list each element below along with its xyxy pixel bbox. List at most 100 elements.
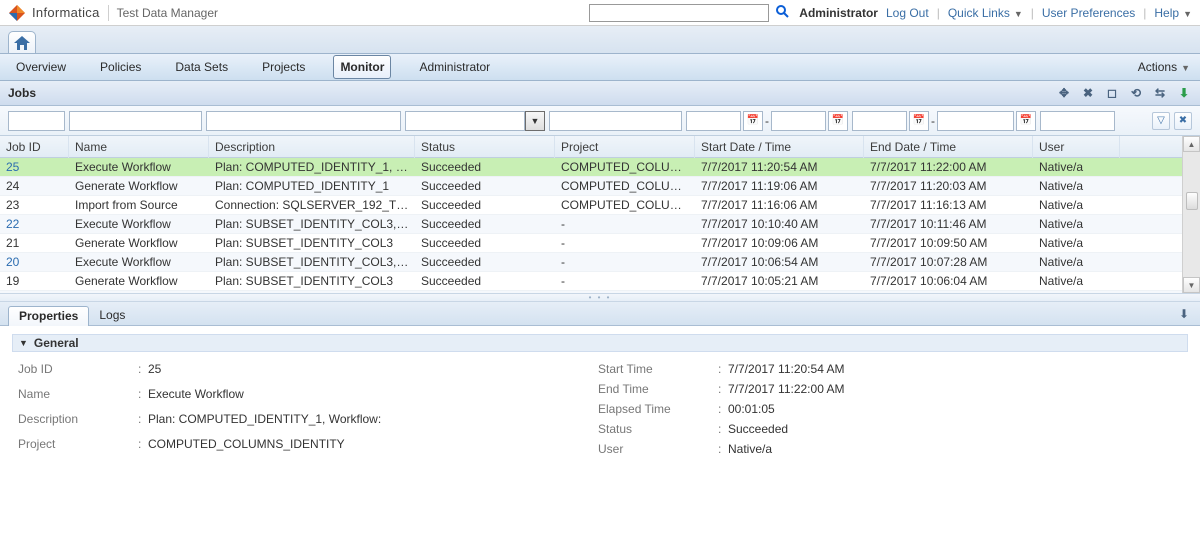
clear-filter-button[interactable]: ✖ [1174,112,1192,130]
app-title: Test Data Manager [117,6,218,20]
cell-start: 7/7/2017 10:10:40 AM [695,215,864,233]
filter-user-input[interactable] [1040,111,1115,131]
filter-status-input[interactable] [405,111,525,131]
col-end[interactable]: End Date / Time [864,136,1033,158]
filter-name-input[interactable] [69,111,202,131]
clear-icon: ✖ [1179,115,1187,126]
cell-project: - [555,291,695,293]
pin-icon[interactable]: ✥ [1056,85,1072,101]
actions-dropdown[interactable]: Actions▼ [1138,60,1190,74]
jobs-grid: Job ID Name Description Status Project S… [0,136,1200,293]
scroll-down-button[interactable]: ▼ [1183,277,1200,293]
logo: Informatica [8,4,100,22]
filter-jobid-input[interactable] [8,111,65,131]
cell-start: 7/7/2017 11:16:06 AM [695,196,864,214]
jobid-link[interactable]: 25 [6,160,19,174]
logo-icon [8,4,26,22]
tab-logs[interactable]: Logs [89,306,135,326]
home-icon [14,36,30,50]
nav-projects[interactable]: Projects [256,56,311,78]
link-icon[interactable]: ⇆ [1152,85,1168,101]
nav-overview[interactable]: Overview [10,56,72,78]
table-row[interactable]: 20Execute WorkflowPlan: SUBSET_IDENTITY_… [0,253,1182,272]
calendar-icon[interactable]: 📅 [1016,111,1036,131]
cell-project: - [555,215,695,233]
cell-jobid: 21 [0,234,69,252]
table-row[interactable]: 22Execute WorkflowPlan: SUBSET_IDENTITY_… [0,215,1182,234]
filter-end-from-input[interactable] [852,111,907,131]
jobid-link[interactable]: 20 [6,255,19,269]
table-row[interactable]: 24Generate WorkflowPlan: COMPUTED_IDENTI… [0,177,1182,196]
scroll-thumb[interactable] [1186,192,1198,210]
filter-status-dropdown-button[interactable]: ▼ [525,111,545,131]
cell-project: - [555,234,695,252]
jobid-link[interactable]: 22 [6,217,19,231]
prop-colon: : [138,387,148,406]
logout-link[interactable]: Log Out [886,6,929,20]
cell-status: Succeeded [415,234,555,252]
prop-value: 7/7/2017 11:22:00 AM [728,382,1158,396]
table-row[interactable]: 23Import from SourceConnection: SQLSERVE… [0,196,1182,215]
col-user[interactable]: User [1033,136,1120,158]
nav-policies[interactable]: Policies [94,56,147,78]
filter-project-input[interactable] [549,111,682,131]
section-title: Jobs [8,86,1056,100]
cell-desc: Connection: SQLSERVER_192_TD… [209,196,415,214]
nav-admin[interactable]: Administrator [413,56,496,78]
export-detail-icon[interactable]: ⬇ [1176,306,1192,322]
export-icon[interactable]: ⬇ [1176,85,1192,101]
calendar-icon[interactable]: 📅 [828,111,848,131]
col-name[interactable]: Name [69,136,209,158]
scroll-up-button[interactable]: ▲ [1183,136,1200,152]
cell-name: Execute Workflow [69,215,209,233]
prop-label: Description [18,412,138,431]
cell-end: 7/7/2017 10:04:03 AM [864,291,1033,293]
grid-filter-row: ▼ 📅 - 📅 📅 - 📅 ▽ ✖ [0,106,1200,136]
global-search-input[interactable] [589,4,769,22]
chevron-down-icon: ▼ [1181,63,1190,73]
cell-project: - [555,272,695,290]
cell-status: Succeeded [415,272,555,290]
filter-start-to-input[interactable] [771,111,826,131]
prop-colon: : [718,402,728,416]
tab-properties[interactable]: Properties [8,306,89,326]
table-row[interactable]: 21Generate WorkflowPlan: SUBSET_IDENTITY… [0,234,1182,253]
quick-links-dropdown[interactable]: Quick Links▼ [948,6,1023,20]
nav-datasets[interactable]: Data Sets [169,56,234,78]
col-project[interactable]: Project [555,136,695,158]
filter-end-to-input[interactable] [937,111,1014,131]
home-tab[interactable] [8,31,36,53]
funnel-icon: ▽ [1157,115,1165,126]
col-jobid[interactable]: Job ID [0,136,69,158]
prop-colon: : [138,437,148,456]
help-dropdown[interactable]: Help▼ [1154,6,1192,20]
refresh-remove-icon[interactable]: ✖ [1080,85,1096,101]
search-icon[interactable] [775,4,789,21]
table-row[interactable]: 19Generate WorkflowPlan: SUBSET_IDENTITY… [0,272,1182,291]
table-row[interactable]: 25Execute WorkflowPlan: COMPUTED_IDENTIT… [0,158,1182,177]
cell-user: Native/a [1033,215,1120,233]
cell-name: Generate Workflow [69,272,209,290]
general-section-header[interactable]: ▼ General [12,334,1188,352]
cell-jobid: 25 [0,158,69,176]
col-start[interactable]: Start Date / Time [695,136,864,158]
nav-monitor[interactable]: Monitor [333,55,391,79]
stop-icon[interactable]: ◻ [1104,85,1120,101]
cell-jobid: 19 [0,272,69,290]
grid-scrollbar[interactable]: ▲ ▼ [1182,136,1200,293]
apply-filter-button[interactable]: ▽ [1152,112,1170,130]
abort-icon[interactable]: ⟲ [1128,85,1144,101]
calendar-icon[interactable]: 📅 [743,111,763,131]
col-desc[interactable]: Description [209,136,415,158]
col-status[interactable]: Status [415,136,555,158]
cell-end: 7/7/2017 10:06:04 AM [864,272,1033,290]
cell-name: Import from Source [69,196,209,214]
prop-colon: : [138,362,148,381]
user-preferences-link[interactable]: User Preferences [1042,6,1135,20]
calendar-icon[interactable]: 📅 [909,111,929,131]
splitter-handle[interactable]: • • • [0,293,1200,302]
cell-name: Import from Source [69,291,209,293]
filter-description-input[interactable] [206,111,401,131]
filter-start-from-input[interactable] [686,111,741,131]
cell-jobid: 24 [0,177,69,195]
